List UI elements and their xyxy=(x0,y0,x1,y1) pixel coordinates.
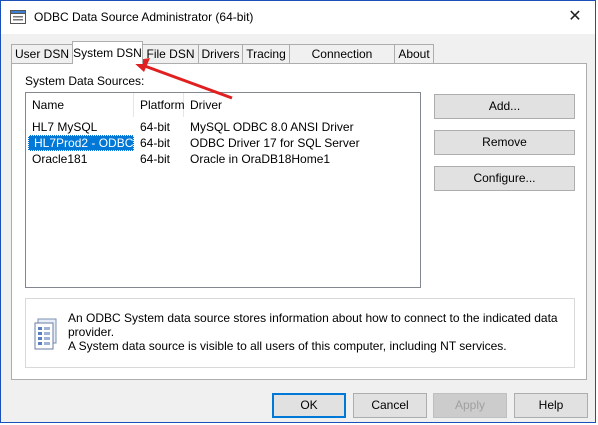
list-row[interactable]: HL7 MySQL 64-bit MySQL ODBC 8.0 ANSI Dri… xyxy=(26,119,420,135)
column-header-name[interactable]: Name xyxy=(26,93,134,117)
system-data-sources-label: System Data Sources: xyxy=(25,74,145,88)
data-source-icon xyxy=(34,318,57,350)
row-name: HL7 MySQL xyxy=(32,120,98,134)
row-driver: MySQL ODBC 8.0 ANSI Driver xyxy=(190,120,354,134)
row-name: HL7Prod2 - ODBC17 xyxy=(28,135,147,151)
row-name: Oracle181 xyxy=(32,152,88,166)
list-row-selected[interactable]: HL7Prod2 - ODBC17 64-bit ODBC Driver 17 … xyxy=(26,135,420,151)
tab-connection-pooling[interactable]: Connection Pooling xyxy=(289,44,395,80)
info-panel: An ODBC System data source stores inform… xyxy=(25,298,575,368)
odbc-admin-window: ODBC Data Source Administrator (64-bit) … xyxy=(0,0,596,423)
row-platform: 64-bit xyxy=(140,120,171,134)
tab-user-dsn[interactable]: User DSN xyxy=(11,44,73,63)
column-header-driver[interactable]: Driver xyxy=(184,93,414,117)
configure-button[interactable]: Configure... xyxy=(434,166,575,191)
info-line-1: An ODBC System data source stores inform… xyxy=(68,311,558,339)
info-line-2: A System data source is visible to all u… xyxy=(68,339,507,353)
list-row[interactable]: Oracle181 64-bit Oracle in OraDB18Home1 xyxy=(26,151,420,167)
odbc-admin-icon xyxy=(10,10,26,24)
row-platform: 64-bit xyxy=(140,152,171,166)
apply-button[interactable]: Apply xyxy=(433,393,507,418)
ok-button[interactable]: OK xyxy=(272,393,346,418)
tab-about[interactable]: About xyxy=(394,44,434,63)
close-icon: ✕ xyxy=(568,8,582,25)
close-button[interactable]: ✕ xyxy=(563,7,587,27)
tab-file-dsn[interactable]: File DSN xyxy=(142,44,199,63)
row-platform: 64-bit xyxy=(140,136,171,150)
tab-drivers[interactable]: Drivers xyxy=(198,44,243,63)
system-data-sources-list[interactable]: Name Platform Driver HL7 MySQL 64-bit My… xyxy=(25,92,421,288)
list-header: Name Platform Driver xyxy=(26,93,420,117)
add-button[interactable]: Add... xyxy=(434,94,575,119)
row-driver: Oracle in OraDB18Home1 xyxy=(190,152,331,166)
system-dsn-panel: System Data Sources: Name Platform Drive… xyxy=(11,63,587,380)
row-driver: ODBC Driver 17 for SQL Server xyxy=(190,136,360,150)
title-bar: ODBC Data Source Administrator (64-bit) … xyxy=(1,1,595,34)
column-header-platform[interactable]: Platform xyxy=(134,93,185,117)
remove-button[interactable]: Remove xyxy=(434,130,575,155)
info-description: An ODBC System data source stores inform… xyxy=(68,311,568,353)
tab-system-dsn[interactable]: System DSN xyxy=(72,41,143,64)
window-title: ODBC Data Source Administrator (64-bit) xyxy=(34,10,254,24)
cancel-button[interactable]: Cancel xyxy=(353,393,427,418)
tab-tracing[interactable]: Tracing xyxy=(242,44,290,63)
help-button[interactable]: Help xyxy=(514,393,588,418)
